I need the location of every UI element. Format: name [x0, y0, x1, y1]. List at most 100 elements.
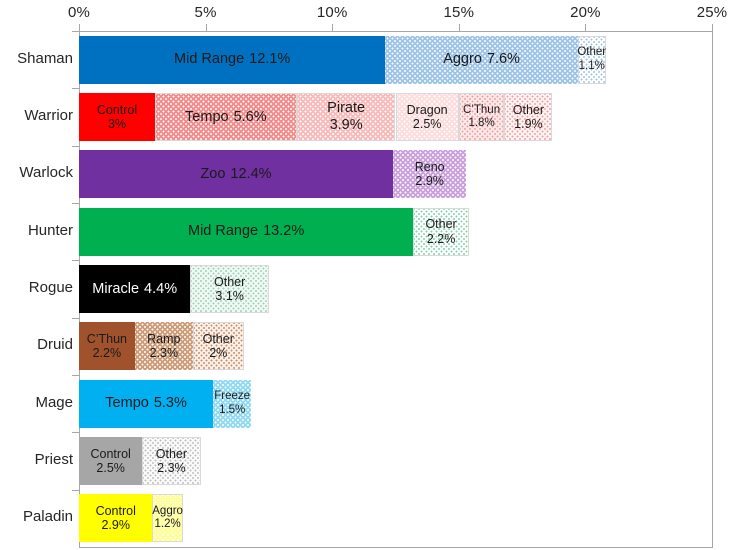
- segment-value-label: 2.2%: [92, 346, 122, 361]
- bar-segment-warlock-zoo: Zoo 12.4%: [79, 150, 393, 199]
- segment-value-label: 7.6%: [486, 51, 520, 68]
- bar-segment-druid-ramp: Ramp 2.3%: [134, 322, 193, 371]
- segment-name-label: Other: [512, 102, 545, 117]
- segment-name-label: C’Thun: [463, 103, 501, 116]
- y-tick-mark-2: [72, 146, 79, 147]
- segment-value-label: 2.3%: [149, 346, 179, 361]
- segment-value-label: 5.6%: [233, 108, 267, 125]
- segment-value-label: 12.4%: [230, 165, 272, 182]
- y-axis-label-druid: Druid: [37, 336, 73, 354]
- bar-segment-paladin-control: Control 2.9%: [79, 494, 153, 543]
- segment-name-label: Zoo: [200, 165, 226, 182]
- y-tick-mark-1: [72, 88, 79, 89]
- segment-name-label: Other: [202, 331, 234, 346]
- y-axis-label-mage: Mage: [35, 393, 73, 411]
- bar-segment-hunter-mid-range: Mid Range 13.2%: [79, 207, 414, 256]
- segment-name-label: C’Thun: [86, 331, 127, 346]
- bar-segment-druid-c-thun: C’Thun 2.2%: [79, 322, 135, 371]
- y-axis-label-paladin: Paladin: [22, 508, 73, 526]
- bar-segment-priest-control: Control 2.5%: [79, 437, 143, 485]
- segment-name-label: Other: [577, 46, 607, 59]
- bar-segment-shaman-aggro: Aggro 7.6%: [385, 35, 578, 84]
- x-tick-mark-3: [458, 24, 460, 31]
- bar-segment-shaman-other: Other 1.1%: [577, 35, 607, 84]
- bar-segment-warrior-tempo: Tempo 5.6%: [154, 93, 297, 141]
- bar-segment-warrior-pirate: Pirate 3.9%: [296, 93, 396, 141]
- bar-segment-rogue-other: Other 3.1%: [190, 265, 269, 313]
- segment-name-label: Control: [95, 503, 136, 518]
- x-tick-label-1: 5%: [194, 4, 217, 21]
- segment-value-label: 2.9%: [415, 174, 444, 189]
- x-tick-mark-5: [712, 24, 713, 31]
- segment-value-label: 1.9%: [514, 117, 543, 131]
- x-tick-mark-1: [205, 24, 207, 31]
- segment-name-label: Pirate: [327, 100, 366, 117]
- bar-segment-shaman-mid-range: Mid Range 12.1%: [79, 35, 386, 84]
- segment-value-label: 13.2%: [263, 223, 305, 240]
- segment-value-label: 1.8%: [468, 117, 495, 129]
- x-axis-line: [79, 31, 713, 32]
- segment-value-label: 12.1%: [249, 51, 291, 68]
- segment-value-label: 3.9%: [329, 117, 363, 133]
- segment-name-label: Other: [155, 446, 188, 461]
- segment-value-label: 2.3%: [157, 461, 186, 475]
- bar-segment-paladin-aggro: Aggro 1.2%: [152, 494, 183, 543]
- bar-segment-priest-other: Other 2.3%: [142, 437, 201, 485]
- segment-value-label: 1.1%: [578, 59, 605, 72]
- y-tick-mark-8: [72, 490, 79, 491]
- bar-segment-hunter-other: Other 2.2%: [413, 207, 469, 256]
- y-tick-mark-4: [72, 260, 79, 261]
- plot-border-right: [712, 31, 713, 547]
- segment-name-label: Dragon: [406, 102, 448, 117]
- x-tick-label-2: 10%: [316, 4, 348, 21]
- segment-name-label: Mid Range: [174, 51, 245, 68]
- segment-name-label: Tempo: [105, 395, 149, 412]
- segment-name-label: Mid Range: [187, 223, 259, 240]
- bar-segment-warrior-c-thun: C’Thun 1.8%: [458, 93, 505, 141]
- stacked-bar-chart: 0% 5% 10% 15% 20% 25% Shaman Warrior Warlock Hun…: [0, 0, 732, 550]
- segment-name-label: Control: [90, 446, 131, 461]
- y-axis-label-warlock: Warlock: [19, 164, 73, 182]
- x-tick-label-0: 0%: [67, 4, 91, 21]
- segment-name-label: Ramp: [147, 331, 181, 346]
- segment-value-label: 2.5%: [96, 461, 125, 475]
- segment-value-label: 4.4%: [144, 280, 178, 297]
- segment-value-label: 3%: [107, 117, 127, 131]
- x-tick-label-4: 20%: [570, 4, 601, 21]
- bar-segment-warrior-control: Control 3%: [79, 93, 155, 141]
- y-tick-mark-0: [72, 31, 79, 32]
- bar-segment-rogue-miracle: Miracle 4.4%: [79, 265, 191, 313]
- segment-value-label: 1.2%: [154, 518, 181, 531]
- y-axis-label-shaman: Shaman: [17, 49, 73, 67]
- segment-value-label: 1.5%: [219, 403, 246, 416]
- segment-value-label: 2.9%: [101, 518, 130, 533]
- segment-name-label: Tempo: [185, 108, 229, 125]
- y-tick-mark-7: [72, 432, 79, 433]
- x-tick-mark-4: [585, 24, 587, 31]
- y-tick-mark-5: [72, 318, 79, 319]
- segment-value-label: 2.2%: [426, 231, 456, 246]
- segment-name-label: Reno: [414, 159, 445, 174]
- segment-name-label: Other: [214, 274, 246, 289]
- bar-segment-warlock-reno: Reno 2.9%: [392, 150, 467, 199]
- segment-name-label: Miracle: [92, 280, 140, 297]
- bar-segment-mage-freeze: Freeze 1.5%: [213, 379, 252, 428]
- segment-value-label: 5.3%: [153, 395, 187, 412]
- segment-name-label: Control: [96, 102, 138, 117]
- segment-value-label: 2%: [209, 346, 228, 361]
- plot-border-bottom: [79, 547, 713, 548]
- bar-segment-mage-tempo: Tempo 5.3%: [79, 379, 214, 428]
- y-axis-label-hunter: Hunter: [27, 221, 73, 239]
- y-tick-mark-3: [72, 203, 79, 204]
- x-tick-label-3: 15%: [443, 4, 475, 21]
- bar-segment-warrior-other: Other 1.9%: [504, 93, 553, 141]
- segment-value-label: 3.1%: [215, 289, 244, 303]
- x-tick-mark-0: [79, 24, 80, 31]
- y-tick-mark-6: [72, 375, 79, 376]
- bar-segment-warrior-dragon: Dragon 2.5%: [395, 93, 459, 141]
- y-axis-label-warrior: Warrior: [24, 107, 73, 124]
- segment-value-label: 2.5%: [412, 117, 442, 131]
- segment-name-label: Aggro: [443, 51, 482, 68]
- segment-name-label: Aggro: [152, 505, 183, 518]
- segment-name-label: Freeze: [214, 390, 251, 403]
